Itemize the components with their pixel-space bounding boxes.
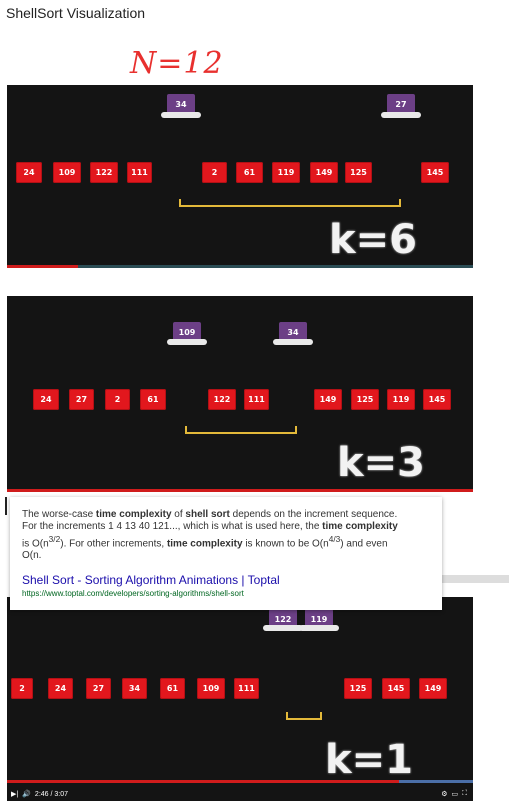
array-tile: 145	[382, 678, 410, 699]
theater-icon[interactable]: ▭	[451, 790, 458, 798]
array-tile: 61	[140, 389, 166, 410]
array-tile: 145	[423, 389, 451, 410]
snippet-bold: time complexity	[95, 509, 172, 520]
snippet-fragment: O(n.	[22, 550, 42, 562]
fullscreen-icon[interactable]: ⛶	[462, 790, 467, 798]
play-icon[interactable]: ▶|	[11, 790, 18, 798]
video-progress-played	[7, 265, 78, 268]
video-controls: ▶| 🔊 2:46 / 3:07 ⚙ ▭ ⛶	[7, 787, 473, 801]
gap-bracket	[185, 426, 297, 434]
hat-marker: 27	[387, 94, 415, 114]
array-tile: 125	[351, 389, 379, 410]
gap-bracket	[286, 712, 322, 720]
hat-marker: 34	[167, 94, 195, 114]
snippet-fragment: depends on the increment sequence.	[229, 509, 398, 520]
array-tile: 24	[33, 389, 59, 410]
array-tile: 2	[105, 389, 130, 410]
array-tile: 109	[53, 162, 81, 183]
video-frame-k6[interactable]: 34 27 24 109 122 111 2 61 119 149 125 14…	[7, 85, 473, 268]
snippet-bold: time complexity	[322, 521, 398, 532]
snippet-text: The worse-case time complexity of shell …	[22, 509, 422, 562]
array-tile: 27	[69, 389, 94, 410]
handwritten-annotation: N=12	[130, 46, 224, 81]
array-tile: 2	[202, 162, 227, 183]
video-frame-k3[interactable]: 109 34 24 27 2 61 122 111 149 125 119 14…	[7, 296, 473, 492]
array-tile: 24	[48, 678, 73, 699]
snippet-fragment: is O(n	[22, 538, 49, 550]
array-tile: 109	[197, 678, 225, 699]
hat-brim	[273, 339, 313, 345]
array-tile: 145	[421, 162, 449, 183]
time-display: 2:46 / 3:07	[34, 790, 69, 798]
snippet-fragment: For the increments 1 4 13 40 121..., whi…	[22, 521, 323, 532]
snippet-fragment: ) and even	[340, 538, 388, 550]
array-tile: 149	[419, 678, 447, 699]
snippet-fragment: ). For other increments,	[60, 538, 167, 550]
array-tile: 24	[16, 162, 42, 183]
array-tile: 125	[344, 678, 372, 699]
page-title: ShellSort Visualization	[6, 5, 146, 21]
array-tile: 27	[86, 678, 111, 699]
hat-brim	[299, 625, 339, 631]
array-tile: 2	[11, 678, 33, 699]
k-label: k=3	[337, 440, 425, 486]
snippet-sup: 3/2	[48, 534, 61, 544]
array-tile: 119	[387, 389, 415, 410]
snippet-sup: 4/3	[328, 534, 341, 544]
array-tile: 122	[90, 162, 118, 183]
array-tile: 122	[208, 389, 236, 410]
snippet-bold: time complexity	[166, 538, 243, 550]
result-link[interactable]: Shell Sort - Sorting Algorithm Animation…	[22, 574, 280, 586]
array-tile: 149	[314, 389, 342, 410]
array-tile: 111	[244, 389, 269, 410]
array-tile: 61	[160, 678, 185, 699]
snippet-fragment: is known to be O(n	[242, 538, 329, 550]
text-cursor	[5, 497, 7, 515]
snippet-bold: shell sort	[185, 509, 230, 520]
volume-icon[interactable]: 🔊	[22, 790, 31, 798]
video-progress-played	[7, 489, 473, 492]
hat-brim	[167, 339, 207, 345]
settings-icon[interactable]: ⚙	[441, 790, 447, 798]
array-tile: 149	[310, 162, 338, 183]
array-tile: 125	[345, 162, 372, 183]
background-band	[442, 575, 509, 583]
hat-brim	[263, 625, 303, 631]
k-label: k=1	[325, 737, 413, 783]
hat-brim	[161, 112, 201, 118]
array-tile: 61	[236, 162, 263, 183]
k-label: k=6	[329, 217, 417, 263]
search-snippet-card: The worse-case time complexity of shell …	[10, 497, 442, 610]
hat-brim	[381, 112, 421, 118]
result-url: https://www.toptal.com/developers/sortin…	[22, 589, 244, 598]
array-tile: 111	[234, 678, 259, 699]
video-progress-played	[7, 780, 399, 783]
array-tile: 119	[272, 162, 300, 183]
gap-bracket	[179, 199, 401, 207]
snippet-fragment: of	[171, 509, 186, 520]
video-frame-k1[interactable]: 122 119 2 24 27 34 61 109 111 125 145 14…	[7, 597, 473, 801]
snippet-fragment: The worse-case	[22, 509, 96, 520]
array-tile: 111	[127, 162, 152, 183]
array-tile: 34	[122, 678, 147, 699]
